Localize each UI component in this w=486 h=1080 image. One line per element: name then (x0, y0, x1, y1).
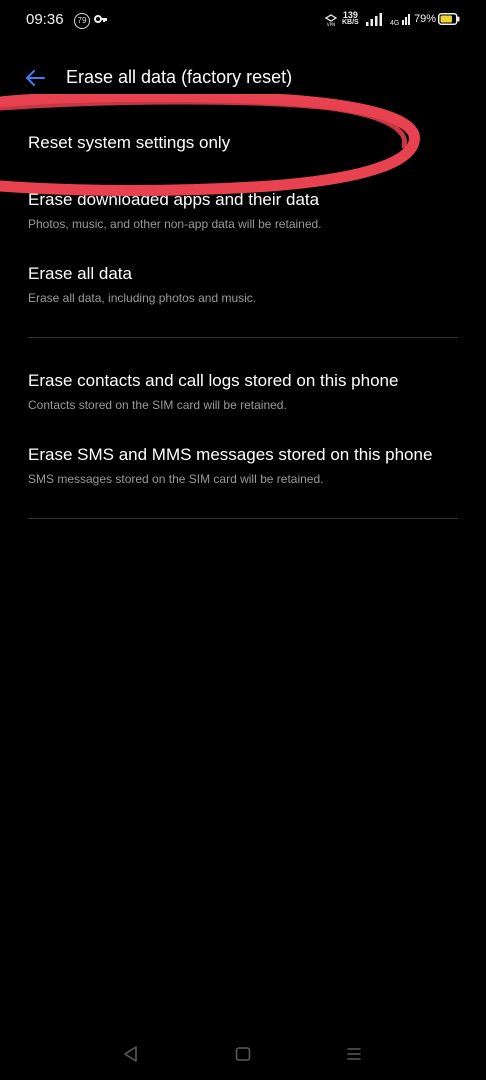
home-square-icon[interactable] (235, 1045, 251, 1063)
option-erase-downloaded-apps[interactable]: Erase downloaded apps and their data Pho… (28, 190, 468, 231)
net-speed: 139 KB/S (342, 11, 359, 27)
page-title: Erase all data (factory reset) (66, 67, 293, 87)
option-title: Erase all data (28, 264, 132, 283)
option-erase-all-data[interactable]: Erase all data Erase all data, including… (28, 264, 468, 305)
option-title: Erase SMS and MMS messages stored on thi… (28, 445, 433, 464)
lte-icon: 4G (390, 12, 410, 30)
menu-lines-icon[interactable] (346, 1045, 362, 1063)
option-subtitle: SMS messages stored on the SIM card will… (28, 472, 324, 486)
vpn-icon: VPN (324, 14, 338, 27)
option-subtitle: Contacts stored on the SIM card will be … (28, 398, 287, 412)
navigation-bar (0, 1040, 486, 1070)
svg-text:VPN: VPN (327, 22, 335, 27)
option-erase-contacts-call-logs[interactable]: Erase contacts and call logs stored on t… (28, 371, 468, 412)
option-title: Reset system settings only (28, 133, 231, 152)
key-icon (94, 15, 107, 23)
battery-percent: 79% (414, 13, 437, 25)
net-speed-unit: KB/S (342, 19, 359, 26)
status-time: 09:36 (26, 11, 64, 28)
net-speed-value: 139 (342, 10, 358, 20)
page-header: Erase all data (factory reset) (0, 58, 486, 98)
option-reset-system-settings[interactable]: Reset system settings only (28, 133, 468, 153)
status-bar: 09:36 79 VPN 139 KB/S 4G 79% (0, 0, 486, 40)
option-title: Erase downloaded apps and their data (28, 190, 320, 209)
option-erase-sms-mms[interactable]: Erase SMS and MMS messages stored on thi… (28, 445, 468, 486)
option-subtitle: Erase all data, including photos and mus… (28, 291, 257, 305)
back-arrow-icon[interactable] (22, 66, 48, 90)
signal-icon (366, 13, 382, 26)
back-triangle-icon[interactable] (122, 1045, 138, 1063)
option-subtitle: Photos, music, and other non-app data wi… (28, 217, 322, 231)
battery-icon (438, 13, 460, 25)
option-title: Erase contacts and call logs stored on t… (28, 371, 399, 390)
divider (28, 518, 458, 519)
notification-badge-icon: 79 (74, 13, 90, 29)
divider (28, 337, 458, 338)
